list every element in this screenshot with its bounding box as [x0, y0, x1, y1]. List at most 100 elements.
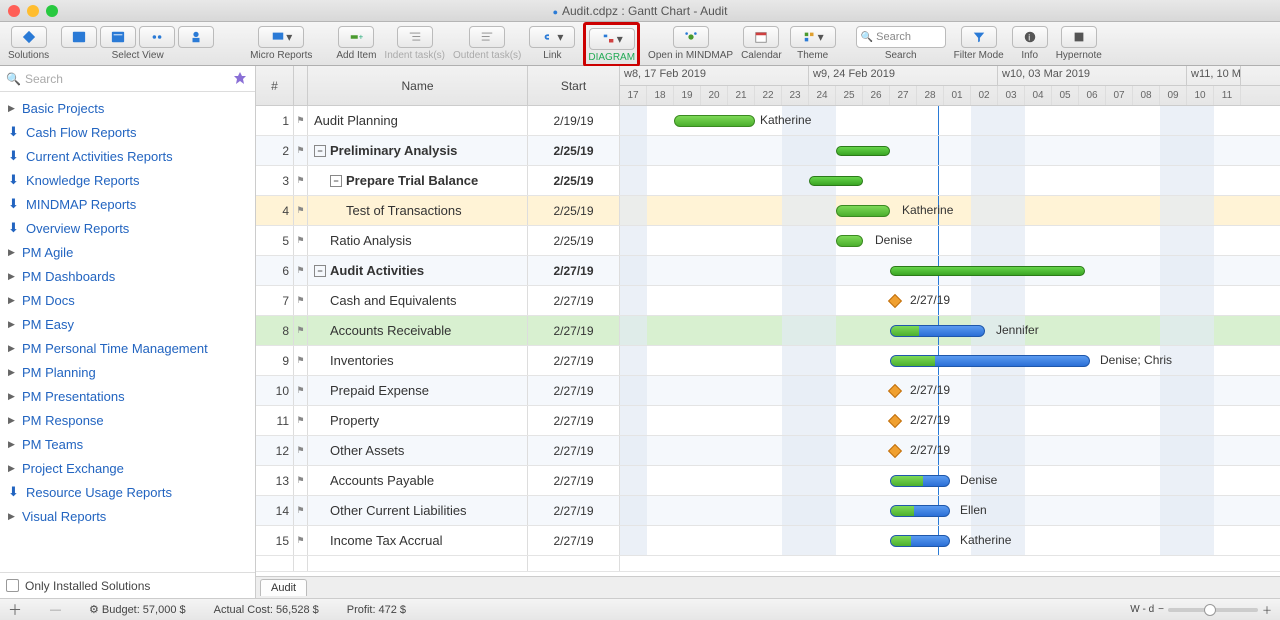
flag-icon[interactable]: ⚑	[294, 466, 308, 495]
task-name-cell[interactable]: Other Current Liabilities	[308, 496, 528, 525]
task-name-cell[interactable]: Inventories	[308, 346, 528, 375]
sidebar-item[interactable]: ⬇Resource Usage Reports	[0, 480, 255, 504]
flag-icon[interactable]: ⚑	[294, 496, 308, 525]
sidebar-item[interactable]: ▶PM Teams	[0, 432, 255, 456]
task-name-cell[interactable]: Test of Transactions	[308, 196, 528, 225]
sidebar-search-input[interactable]	[25, 72, 227, 86]
chart-cell[interactable]: Ellen	[620, 496, 1280, 525]
task-row[interactable]: 7⚑Cash and Equivalents2/27/192/27/19	[256, 286, 1280, 316]
milestone-diamond[interactable]	[888, 384, 902, 398]
task-row[interactable]: 12⚑Other Assets2/27/192/27/19	[256, 436, 1280, 466]
view-button-4[interactable]	[178, 26, 214, 48]
collapse-icon[interactable]: −	[314, 145, 326, 157]
chart-cell[interactable]: Katherine	[620, 106, 1280, 135]
chart-cell[interactable]: Katherine	[620, 526, 1280, 555]
sidebar-item[interactable]: ⬇MINDMAP Reports	[0, 192, 255, 216]
task-name-cell[interactable]: Property	[308, 406, 528, 435]
task-row[interactable]: 6⚑−Audit Activities2/27/19	[256, 256, 1280, 286]
chart-cell[interactable]: 2/27/19	[620, 286, 1280, 315]
flag-icon[interactable]: ⚑	[294, 226, 308, 255]
only-installed-checkbox[interactable]	[6, 579, 19, 592]
chart-cell[interactable]: Denise	[620, 466, 1280, 495]
zoom-control[interactable]: W - d −＋	[1130, 602, 1272, 617]
milestone-diamond[interactable]	[888, 294, 902, 308]
task-row[interactable]: 5⚑Ratio Analysis2/25/19Denise	[256, 226, 1280, 256]
sidebar-item[interactable]: ⬇Current Activities Reports	[0, 144, 255, 168]
task-name-cell[interactable]: −Preliminary Analysis	[308, 136, 528, 165]
task-bar[interactable]	[890, 475, 950, 487]
flag-icon[interactable]: ⚑	[294, 106, 308, 135]
flag-icon[interactable]: ⚑	[294, 256, 308, 285]
chart-cell[interactable]: 2/27/19	[620, 436, 1280, 465]
sidebar-item[interactable]: ▶PM Presentations	[0, 384, 255, 408]
task-name-cell[interactable]: Audit Planning	[308, 106, 528, 135]
sidebar-item[interactable]: ⬇Overview Reports	[0, 216, 255, 240]
task-bar[interactable]	[809, 176, 863, 186]
task-bar[interactable]	[674, 115, 755, 127]
task-bar[interactable]	[890, 266, 1085, 276]
flag-icon[interactable]: ⚑	[294, 436, 308, 465]
task-row[interactable]: 13⚑Accounts Payable2/27/19Denise	[256, 466, 1280, 496]
collapse-icon[interactable]: −	[330, 175, 342, 187]
close-icon[interactable]	[8, 5, 20, 17]
task-name-cell[interactable]: Accounts Payable	[308, 466, 528, 495]
sidebar-item[interactable]: ⬇Cash Flow Reports	[0, 120, 255, 144]
info-button[interactable]: i	[1012, 26, 1048, 48]
flag-icon[interactable]: ⚑	[294, 346, 308, 375]
task-name-cell[interactable]: −Prepare Trial Balance	[308, 166, 528, 195]
task-row[interactable]: 4⚑Test of Transactions2/25/19Katherine	[256, 196, 1280, 226]
task-bar[interactable]	[836, 146, 890, 156]
add-tab-button[interactable]: ＋	[8, 600, 22, 620]
sidebar-item[interactable]: ▶Project Exchange	[0, 456, 255, 480]
pin-icon[interactable]	[231, 70, 249, 88]
task-bar[interactable]	[890, 325, 985, 337]
chart-cell[interactable]	[620, 256, 1280, 285]
flag-icon[interactable]: ⚑	[294, 406, 308, 435]
chart-cell[interactable]: Jennifer	[620, 316, 1280, 345]
indent-button[interactable]	[397, 26, 433, 48]
task-bar[interactable]	[890, 355, 1090, 367]
chart-cell[interactable]: Denise	[620, 226, 1280, 255]
sidebar-item[interactable]: ▶PM Planning	[0, 360, 255, 384]
flag-icon[interactable]: ⚑	[294, 136, 308, 165]
minimize-icon[interactable]	[27, 5, 39, 17]
task-row[interactable]: 11⚑Property2/27/192/27/19	[256, 406, 1280, 436]
sidebar-item[interactable]: ▶PM Personal Time Management	[0, 336, 255, 360]
task-bar[interactable]	[836, 235, 863, 247]
task-row[interactable]: 10⚑Prepaid Expense2/27/192/27/19	[256, 376, 1280, 406]
task-row[interactable]: 8⚑Accounts Receivable2/27/19Jennifer	[256, 316, 1280, 346]
chart-cell[interactable]: 2/27/19	[620, 406, 1280, 435]
chart-cell[interactable]: Denise; Chris	[620, 346, 1280, 375]
diagram-button[interactable]: ▾	[589, 28, 635, 50]
task-name-cell[interactable]: Income Tax Accrual	[308, 526, 528, 555]
task-row[interactable]: 2⚑−Preliminary Analysis2/25/19	[256, 136, 1280, 166]
sidebar-item[interactable]: ▶PM Easy	[0, 312, 255, 336]
view-button-2[interactable]	[100, 26, 136, 48]
task-name-cell[interactable]: Cash and Equivalents	[308, 286, 528, 315]
flag-icon[interactable]: ⚑	[294, 376, 308, 405]
task-name-cell[interactable]: Other Assets	[308, 436, 528, 465]
task-bar[interactable]	[836, 205, 890, 217]
sidebar-item[interactable]: ▶Basic Projects	[0, 96, 255, 120]
gear-icon[interactable]: ⚙	[89, 603, 99, 616]
solutions-button[interactable]	[11, 26, 47, 48]
sidebar-item[interactable]: ▶PM Response	[0, 408, 255, 432]
chart-cell[interactable]: 2/27/19	[620, 376, 1280, 405]
calendar-button[interactable]	[743, 26, 779, 48]
milestone-diamond[interactable]	[888, 444, 902, 458]
filter-mode-button[interactable]	[961, 26, 997, 48]
add-item-button[interactable]: +	[338, 26, 374, 48]
sidebar-item[interactable]: ⬇Knowledge Reports	[0, 168, 255, 192]
task-row[interactable]: 1⚑Audit Planning2/19/19Katherine	[256, 106, 1280, 136]
chart-cell[interactable]	[620, 166, 1280, 195]
hypernote-button[interactable]	[1061, 26, 1097, 48]
view-button-3[interactable]	[139, 26, 175, 48]
micro-reports-button[interactable]: ▾	[258, 26, 304, 48]
sidebar-item[interactable]: ▶PM Docs	[0, 288, 255, 312]
flag-icon[interactable]: ⚑	[294, 286, 308, 315]
task-bar[interactable]	[890, 535, 950, 547]
sidebar-item[interactable]: ▶PM Agile	[0, 240, 255, 264]
task-bar[interactable]	[890, 505, 950, 517]
flag-icon[interactable]: ⚑	[294, 316, 308, 345]
milestone-diamond[interactable]	[888, 414, 902, 428]
